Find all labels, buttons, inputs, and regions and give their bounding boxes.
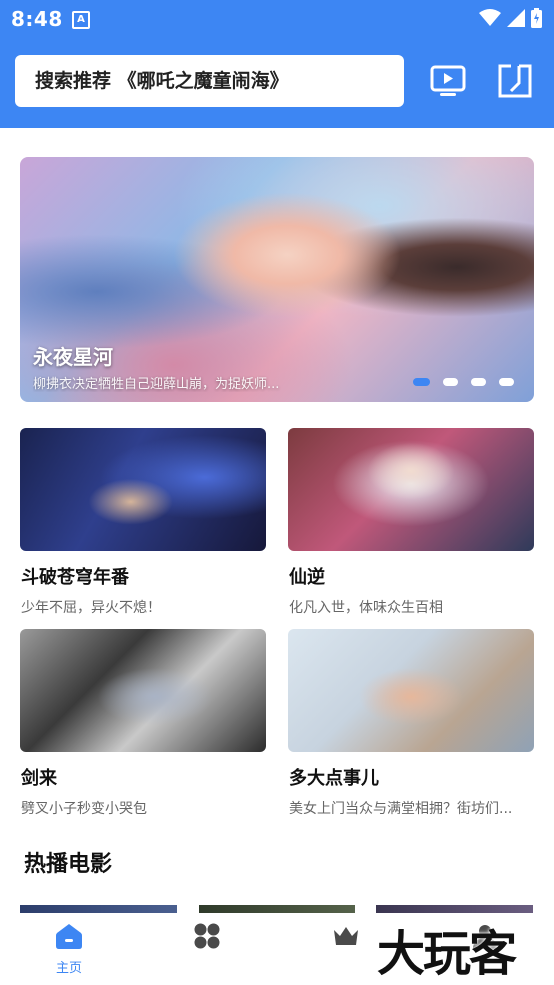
tv-button[interactable] [430,63,466,99]
history-button[interactable] [497,63,533,99]
video-title: 多大点事儿 [289,768,379,789]
video-thumbnail[interactable] [288,428,534,551]
status-icons [479,8,542,28]
search-bar[interactable]: 搜索推荐 《哪吒之魔童闹海》 [15,55,404,107]
nav-item-category[interactable] [138,913,276,985]
video-thumbnail[interactable] [20,629,266,752]
home-icon [56,924,82,949]
movie-thumbnail[interactable] [199,905,355,913]
signal-icon [507,9,525,27]
video-description: 化凡入世，体味众生百相 [289,600,443,616]
video-title: 剑来 [21,768,57,789]
movie-thumbnail[interactable] [20,905,177,913]
video-description: 少年不屈，异火不熄！ [21,600,161,616]
nav-label-home: 主页 [55,961,82,976]
carousel-dot[interactable] [413,378,430,386]
watermark-logo: 大玩客 [377,926,517,982]
top-header: 8:48 A 搜索推荐 《哪吒之魔童闹海》 [0,0,554,128]
video-card[interactable]: 剑来 劈叉小子秒变小哭包 [20,629,266,817]
nav-item-home[interactable]: 主页 [0,913,138,985]
carousel-dot[interactable] [499,378,514,386]
banner-subtitle: 柳拂衣决定牺牲自己迎薛山崩，为捉妖师... [33,377,280,392]
video-card[interactable]: 多大点事儿 美女上门当众与满堂相拥？街坊们... [288,629,534,817]
carousel-indicator [413,378,514,386]
carousel-dot[interactable] [471,378,486,386]
video-card[interactable]: 仙逆 化凡入世，体味众生百相 [288,428,534,616]
tv-icon [430,65,466,96]
carousel-dot[interactable] [443,378,458,386]
section-title-hot-movies: 热播电影 [24,852,113,877]
crown-icon [334,927,358,945]
status-time: 8:48 [11,7,63,31]
video-thumbnail[interactable] [288,629,534,752]
video-title: 斗破苍穹年番 [21,567,129,588]
movie-thumbnail[interactable] [376,905,533,913]
banner-title: 永夜星河 [33,345,113,369]
video-card[interactable]: 斗破苍穹年番 少年不屈，异火不熄！ [20,428,266,616]
notification-icon: A [72,11,90,29]
status-bar: 8:48 A [0,0,554,38]
banner-carousel[interactable]: 永夜星河 柳拂衣决定牺牲自己迎薛山崩，为捉妖师... [20,157,534,402]
history-icon [498,64,532,98]
video-title: 仙逆 [289,567,325,588]
video-description: 美女上门当众与满堂相拥？街坊们... [289,801,513,817]
battery-icon [531,8,542,28]
video-thumbnail[interactable] [20,428,266,551]
grid-icon [194,923,220,949]
wifi-icon [479,9,501,26]
video-description: 劈叉小子秒变小哭包 [21,801,147,817]
